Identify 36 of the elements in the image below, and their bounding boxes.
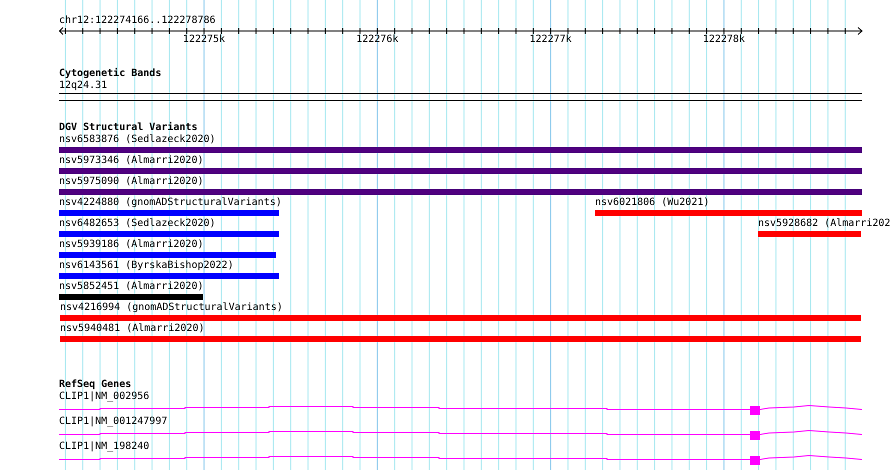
variant-bar[interactable] (59, 168, 862, 174)
variant-label: nsv5939186 (Almarri2020) (59, 239, 204, 251)
variant-bar[interactable] (60, 336, 861, 342)
gene-label: CLIP1|NM_198240 (59, 441, 150, 453)
ruler-tick-label: 122275k (182, 34, 226, 46)
variant-label: nsv4224880 (gnomADStructuralVariants) (59, 197, 282, 209)
variant-bar[interactable] (59, 210, 279, 216)
track-title: RefSeq Genes (59, 379, 132, 391)
track-title: Cytogenetic Bands (59, 68, 162, 80)
gene-label: CLIP1|NM_001247997 (59, 416, 168, 428)
variant-bar[interactable] (59, 294, 203, 300)
variant-bar[interactable] (60, 315, 861, 321)
variant-label: nsv5852451 (Almarri2020) (59, 281, 204, 293)
band-label: 12q24.31 (59, 80, 108, 92)
track-title: DGV Structural Variants (59, 122, 198, 134)
variant-label: nsv6021806 (Wu2021) (595, 197, 710, 209)
variant-bar[interactable] (59, 273, 279, 279)
ruler-tick-label: 122277k (530, 34, 572, 46)
location-label: chr12:122274166..122278786 (59, 15, 216, 27)
variant-label: nsv6482653 (Sedlazeck2020) (59, 218, 216, 230)
variant-bar[interactable] (59, 231, 279, 237)
variant-bar[interactable] (758, 231, 861, 237)
variant-bar[interactable] (59, 147, 862, 153)
variant-label: nsv4216994 (gnomADStructuralVariants) (60, 302, 283, 314)
variant-label: nsv6143561 (ByrskaBishop2022) (59, 260, 234, 272)
variant-bar[interactable] (595, 210, 862, 216)
variant-label: nsv5928682 (Almarri202 (758, 218, 890, 230)
variant-bar[interactable] (59, 189, 862, 195)
ruler-tick-label: 122276k (356, 34, 398, 46)
gene-label: CLIP1|NM_002956 (59, 391, 150, 403)
variant-label: nsv6583876 (Sedlazeck2020) (59, 134, 216, 146)
variant-label: nsv5975090 (Almarri2020) (59, 176, 204, 188)
variant-bar[interactable] (59, 252, 276, 258)
variant-label: nsv5940481 (Almarri2020) (60, 323, 204, 335)
ruler-tick-label: 122278k (702, 34, 745, 46)
variant-label: nsv5973346 (Almarri2020) (59, 155, 204, 167)
